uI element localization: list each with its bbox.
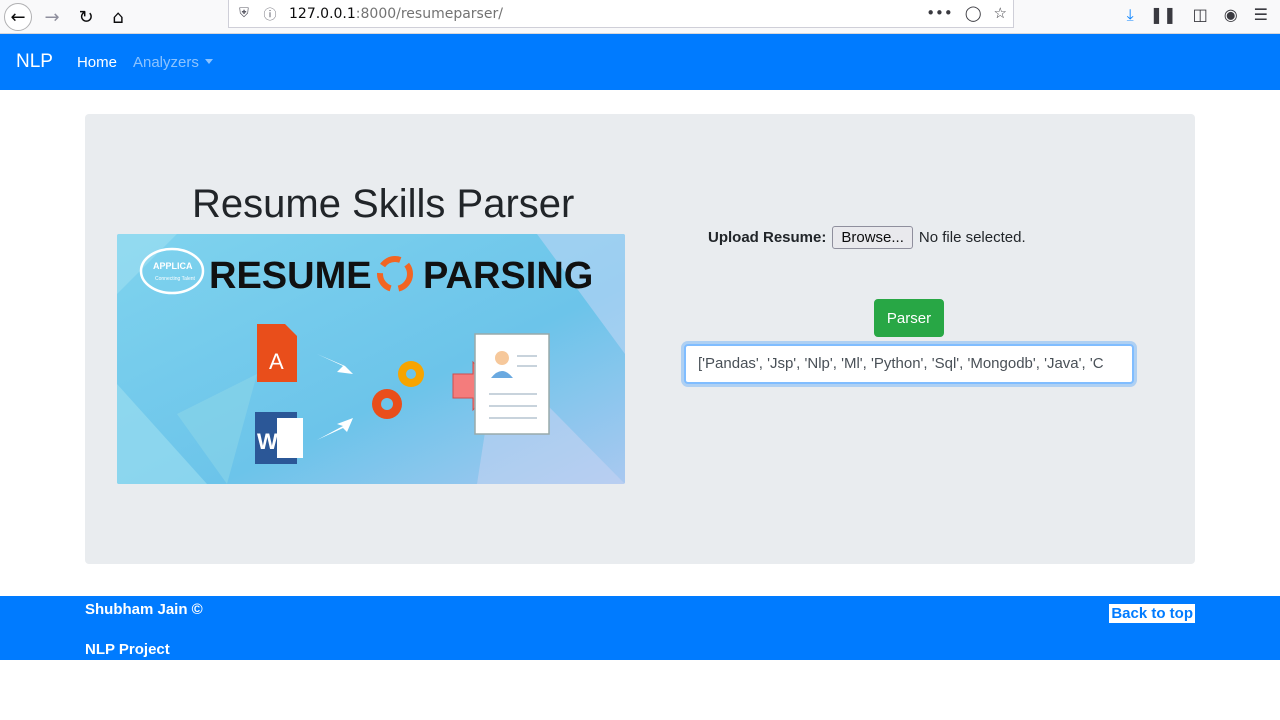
reload-icon[interactable]: ↻ bbox=[72, 3, 100, 31]
pocket-icon[interactable]: ◯ bbox=[965, 4, 982, 22]
svg-text:W: W bbox=[257, 429, 278, 454]
url-path: :8000/resumeparser/ bbox=[355, 5, 503, 22]
url-bar[interactable]: ⛨ ⓘ 127.0.0.1:8000/resumeparser/ ••• ◯ ☆ bbox=[228, 0, 1014, 28]
svg-text:A: A bbox=[269, 349, 284, 374]
home-icon[interactable]: ⌂ bbox=[104, 3, 132, 31]
footer-author: Shubham Jain © bbox=[85, 601, 203, 618]
nav-analyzers-dropdown[interactable]: Analyzers bbox=[133, 54, 213, 71]
jumbotron: Resume Skills Parser APPLICA Connecting … bbox=[85, 114, 1195, 564]
footer-project: NLP Project bbox=[85, 641, 170, 658]
svg-text:Connecting Talent: Connecting Talent bbox=[155, 276, 196, 282]
svg-text:APPLICA: APPLICA bbox=[153, 261, 193, 271]
navbar-brand[interactable]: NLP bbox=[16, 51, 53, 73]
resume-parsing-banner: APPLICA Connecting Talent RESUME PARSING… bbox=[117, 234, 625, 484]
bookmark-star-icon[interactable]: ☆ bbox=[994, 4, 1007, 22]
upload-row: Upload Resume: Browse... No file selecte… bbox=[708, 226, 1026, 249]
nav-analyzers-label: Analyzers bbox=[132, 53, 199, 71]
nav-home[interactable]: Home bbox=[77, 54, 117, 71]
browse-button[interactable]: Browse... bbox=[832, 226, 913, 249]
navbar: NLP Home Analyzers bbox=[0, 34, 1280, 90]
sidebar-icon[interactable]: ◫ bbox=[1193, 5, 1208, 25]
parser-button[interactable]: Parser bbox=[874, 299, 944, 337]
footer: Shubham Jain © NLP Project Back to top bbox=[0, 596, 1280, 660]
more-icon[interactable]: ••• bbox=[926, 4, 953, 22]
forward-icon[interactable]: → bbox=[38, 3, 66, 31]
menu-icon[interactable]: ☰ bbox=[1254, 5, 1268, 25]
resume-document-icon bbox=[474, 333, 550, 435]
upload-resume-label: Upload Resume: bbox=[708, 229, 827, 246]
info-icon[interactable]: ⓘ bbox=[263, 7, 277, 23]
back-to-top-link[interactable]: Back to top bbox=[1109, 604, 1195, 623]
file-status-text: No file selected. bbox=[918, 229, 1026, 246]
shield-icon[interactable]: ⛨ bbox=[237, 6, 251, 21]
pdf-file-icon: A bbox=[257, 324, 297, 382]
word-file-icon: W bbox=[255, 412, 303, 464]
download-icon[interactable]: ⤓ bbox=[1127, 5, 1134, 25]
banner-heading-right: PARSING bbox=[423, 255, 593, 297]
account-icon[interactable]: ◉ bbox=[1224, 5, 1238, 25]
back-icon[interactable]: ← bbox=[4, 3, 32, 31]
banner-heading-left: RESUME bbox=[209, 255, 372, 297]
library-icon[interactable]: ❚❚ bbox=[1150, 5, 1177, 25]
chevron-down-icon bbox=[204, 58, 213, 64]
page-title: Resume Skills Parser bbox=[192, 182, 575, 226]
browser-toolbar: ← → ↻ ⌂ ⛨ ⓘ 127.0.0.1:8000/resumeparser/… bbox=[0, 0, 1280, 34]
url-host: 127.0.0.1 bbox=[289, 5, 356, 22]
skills-result-field[interactable]: ['Pandas', 'Jsp', 'Nlp', 'Ml', 'Python',… bbox=[684, 344, 1134, 384]
